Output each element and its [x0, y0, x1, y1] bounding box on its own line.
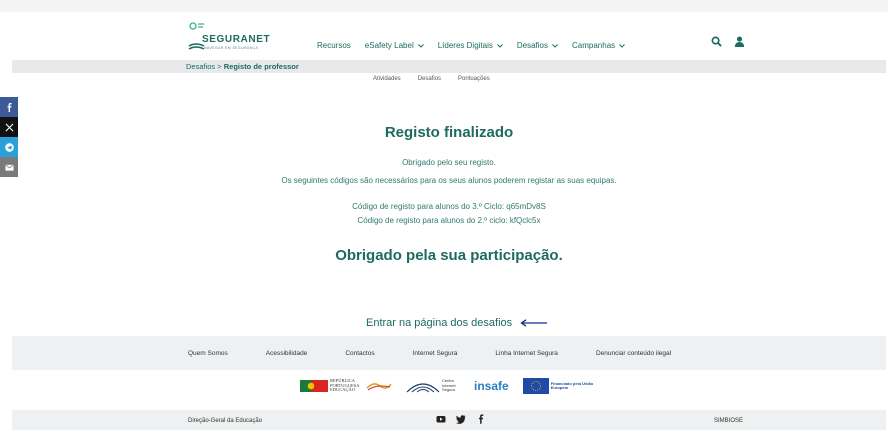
share-facebook[interactable] [0, 97, 18, 117]
footer-link-contactos[interactable]: Contactos [345, 350, 374, 357]
eu-flag-icon [522, 378, 549, 394]
youtube-icon[interactable] [436, 414, 446, 424]
eu-funding-logo[interactable]: Financiado pela União Europeia [522, 378, 595, 394]
footer-link-acessibilidade[interactable]: Acessibilidade [266, 350, 308, 357]
code-3rd-cycle: Código de registo para alunos do 3.º Cic… [352, 202, 546, 211]
sub-nav: Atividades Desafios Pontuações [373, 76, 490, 82]
nav-recursos[interactable]: Recursos [317, 41, 351, 50]
arrow-left-icon [520, 319, 548, 327]
chevron-down-icon [497, 43, 503, 48]
chevron-down-icon [552, 43, 558, 48]
user-icon[interactable] [734, 36, 745, 47]
footer-links-bar: Quem Somos Acessibilidade Contactos Inte… [12, 336, 886, 370]
footer-link-quem-somos[interactable]: Quem Somos [188, 350, 228, 357]
main-nav: Recursos eSafety Label Líderes Digitais … [317, 41, 625, 50]
participation-thanks: Obrigado pela sua participação. [335, 247, 563, 264]
footer-dge: Direção-Geral da Educação [188, 418, 263, 424]
page-title: Registo finalizado [384, 124, 514, 141]
social-links [436, 414, 486, 424]
eu-text: Financiado pela União Europeia [550, 380, 594, 390]
enter-challenges-label: Entrar na página dos desafios [366, 317, 513, 329]
cis-text: Centro Internet Segura [442, 378, 456, 393]
subnav-desafios[interactable]: Desafios [418, 76, 441, 82]
program-swoosh-icon [366, 383, 392, 391]
chevron-down-icon [619, 43, 625, 48]
nav-label: Desafios [516, 41, 548, 50]
nav-label: Campanhas [572, 41, 616, 50]
partner-logos: REPÚBLICA PORTUGUESA EDUCAÇÃO Centro Int… [300, 378, 595, 394]
republica-text: REPÚBLICA PORTUGUESA EDUCAÇÃO [330, 377, 360, 393]
footer-simbiose: SIMBIOSE [714, 418, 744, 424]
chevron-down-icon [417, 43, 424, 48]
footer-link-internet-segura[interactable]: Internet Segura [413, 350, 458, 357]
insafe-text: insafe [474, 379, 509, 393]
nav-lideres-digitais[interactable]: Líderes Digitais [438, 41, 503, 50]
thanks-registration-text: Obrigado pelo seu registo. [402, 158, 496, 167]
footer-link-linha-internet-segura[interactable]: Linha Internet Segura [495, 350, 558, 357]
facebook-icon [7, 102, 12, 112]
footer-bottom: Direção-Geral da Educação SIMBIOSE [12, 410, 886, 430]
telegram-icon [4, 142, 14, 152]
subnav-pontuacoes[interactable]: Pontuações [458, 76, 490, 82]
search-icon[interactable] [711, 36, 722, 47]
nav-esafety-label[interactable]: eSafety Label [365, 41, 424, 50]
site-header: SEGURANET NAVEGAR EM SEGURANÇA Recursos … [12, 12, 886, 60]
breadcrumb-parent[interactable]: Desafios [186, 62, 215, 71]
centro-internet-segura-logo[interactable]: Centro Internet Segura [406, 378, 460, 394]
nav-desafios[interactable]: Desafios [517, 41, 558, 50]
cis-arc-icon [406, 383, 440, 393]
facebook-icon[interactable] [476, 414, 486, 424]
breadcrumb: Desafios > Registo de professor [186, 62, 299, 71]
nav-label: eSafety Label [364, 41, 414, 50]
top-strip [0, 0, 888, 12]
twitter-icon[interactable] [456, 414, 466, 424]
page-frame: SEGURANET NAVEGAR EM SEGURANÇA Recursos … [0, 12, 886, 430]
nav-campanhas[interactable]: Campanhas [572, 41, 625, 50]
republica-portuguesa-logo[interactable]: REPÚBLICA PORTUGUESA EDUCAÇÃO [300, 377, 392, 393]
footer-link-denunciar[interactable]: Denunciar conteúdo ilegal [596, 350, 671, 357]
seguranet-logo[interactable]: SEGURANET NAVEGAR EM SEGURANÇA [188, 22, 288, 54]
codes-info-text: Os seguintes códigos são necessários par… [281, 176, 617, 185]
logo-tagline: NAVEGAR EM SEGURANÇA [204, 46, 259, 50]
insafe-logo[interactable]: insafe [474, 379, 509, 393]
portugal-flag-icon [300, 380, 328, 392]
header-icons [711, 36, 745, 47]
nav-label: Recursos [317, 41, 351, 50]
subnav-atividades[interactable]: Atividades [373, 76, 401, 82]
breadcrumb-current: Registo de professor [223, 62, 299, 71]
footer-links: Quem Somos Acessibilidade Contactos Inte… [188, 350, 671, 357]
breadcrumb-separator: > [217, 62, 222, 71]
logo-name: SEGURANET [202, 34, 271, 45]
nav-label: Líderes Digitais [437, 41, 493, 50]
code-2nd-cycle: Código de registo para alunos do 2.º cic… [357, 216, 541, 225]
breadcrumb-bar: Desafios > Registo de professor [12, 60, 886, 73]
enter-challenges-link[interactable]: Entrar na página dos desafios [366, 317, 548, 329]
